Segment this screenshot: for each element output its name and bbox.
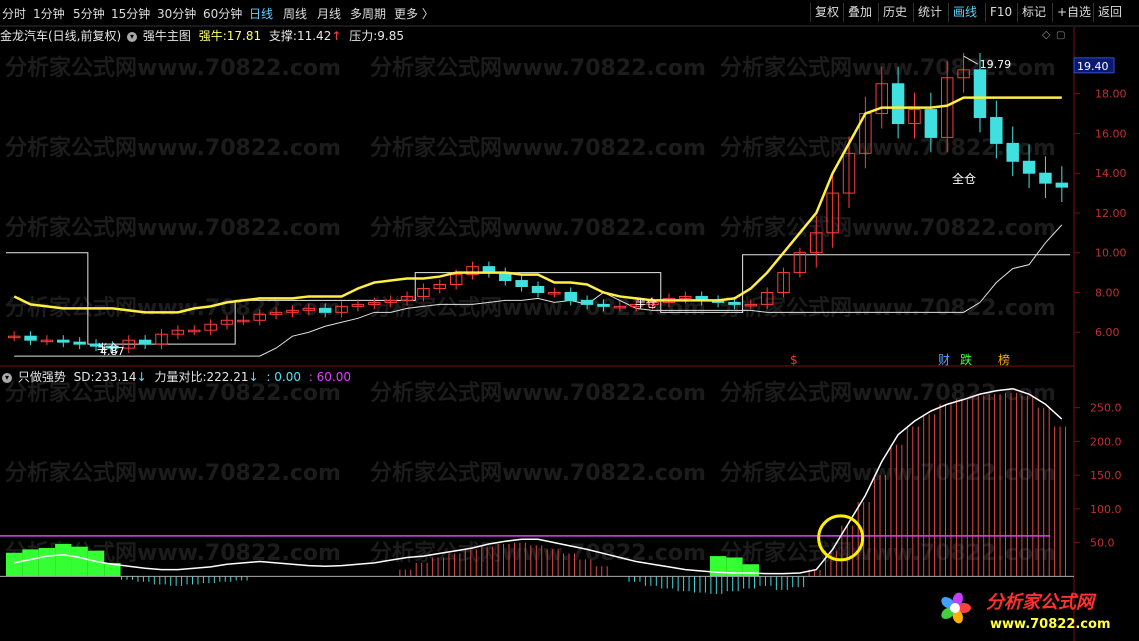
positive-block bbox=[71, 546, 88, 577]
candle-body bbox=[1006, 142, 1019, 162]
candle-body bbox=[728, 301, 741, 305]
sd-label: SD: bbox=[73, 370, 95, 384]
candle-body bbox=[1022, 160, 1036, 174]
indicator-info-bar: ▾ 只做强势 SD:233.14↓ 力量对比:222.21↓ : 0.00 : … bbox=[0, 368, 351, 385]
watermark-text: 分析家公式网www.70822.com bbox=[370, 540, 706, 566]
stock-title[interactable]: 金龙汽车(日线,前复权) bbox=[0, 29, 121, 43]
candle-body bbox=[580, 299, 594, 305]
candle-body bbox=[973, 69, 987, 119]
watermark-text: 分析家公式网www.70822.com bbox=[370, 135, 706, 161]
positive-block bbox=[742, 564, 759, 577]
main-info-bar: 金龙汽车(日线,前复权) ▾ 强牛主图 强牛:17.81 支撑:11.42↑ 压… bbox=[0, 27, 404, 44]
support-value: 11.42 bbox=[296, 29, 332, 43]
diamond-icon: ◇ bbox=[1042, 28, 1051, 41]
logo-center bbox=[950, 603, 960, 613]
candle-body bbox=[138, 339, 152, 345]
pressure-label: 压力: bbox=[349, 29, 378, 43]
fold-icon[interactable]: ▾ bbox=[127, 31, 138, 42]
ratio-label: 力量对比: bbox=[154, 370, 207, 384]
y-tick-label: 8.00 bbox=[1095, 286, 1120, 299]
candle-body bbox=[1055, 182, 1069, 188]
half-position-label: 半仓 bbox=[635, 296, 657, 310]
support-label: 支撑: bbox=[268, 29, 297, 43]
y-tick-label: 14.00 bbox=[1095, 167, 1127, 180]
watermark-text: 分析家公式网www.70822.com bbox=[5, 55, 341, 81]
positive-block bbox=[6, 552, 23, 577]
candle-body bbox=[515, 280, 528, 288]
watermark-text: 分析家公式网www.70822.com bbox=[5, 460, 341, 486]
event-finance-marker: 财 bbox=[938, 353, 950, 367]
positive-block bbox=[55, 543, 72, 577]
down-arrow-icon: ↓ bbox=[136, 370, 147, 384]
positive-block bbox=[87, 550, 105, 577]
candle-body bbox=[924, 109, 938, 138]
half-position-label: 半仓 bbox=[97, 341, 119, 355]
logo-title: 分析家公式网 bbox=[986, 592, 1097, 613]
watermark-text: 分析家公式网www.70822.com bbox=[5, 135, 341, 161]
y-tick-label: 6.00 bbox=[1095, 326, 1120, 339]
up-arrow-icon: ↑ bbox=[331, 29, 342, 43]
y-tick-label: 10.00 bbox=[1095, 247, 1127, 260]
watermark-text: 分析家公式网www.70822.com bbox=[370, 55, 706, 81]
y-tick-label: 250.0 bbox=[1090, 402, 1122, 415]
strong-bull-label: 强牛: bbox=[198, 29, 227, 43]
positive-block bbox=[709, 556, 727, 577]
watermark-logo bbox=[941, 592, 971, 624]
square-icon: ▢ bbox=[1056, 30, 1065, 41]
candle-body bbox=[24, 335, 37, 341]
chart-canvas[interactable]: 分析家公式网www.70822.com 分析家公式网www.70822.com 分析… bbox=[0, 0, 1139, 641]
logo-url: www.70822.com bbox=[990, 617, 1111, 632]
event-dollar-marker: $ bbox=[790, 353, 798, 367]
candle-body bbox=[990, 117, 1003, 144]
indicator-title[interactable]: 只做强势 bbox=[18, 370, 66, 384]
full-position-label: 全仓 bbox=[952, 171, 976, 186]
event-drop-marker: 跌 bbox=[960, 352, 972, 367]
candle-body bbox=[891, 83, 905, 124]
watermark-text: 分析家公式网www.70822.com bbox=[5, 215, 341, 241]
event-list-marker: 榜 bbox=[998, 352, 1010, 367]
strong-bull-line bbox=[13, 96, 1062, 314]
watermark-text: 分析家公式网www.70822.com bbox=[720, 295, 1056, 321]
y-tick-label: 18.00 bbox=[1095, 88, 1127, 101]
positive-block bbox=[22, 549, 39, 577]
y-tick-label: 100.0 bbox=[1090, 503, 1122, 516]
watermark-text: 分析家公式网www.70822.com bbox=[370, 215, 706, 241]
indicator-name[interactable]: 强牛主图 bbox=[143, 29, 191, 43]
watermark-text: 分析家公式网www.70822.com bbox=[720, 135, 1056, 161]
y-tick-label: 150.0 bbox=[1090, 469, 1122, 482]
candle-body bbox=[318, 307, 332, 313]
candle-body bbox=[57, 339, 70, 343]
fold-icon[interactable]: ▾ bbox=[2, 372, 12, 383]
candle-body bbox=[597, 303, 610, 307]
watermark-text: 分析家公式网www.70822.com bbox=[720, 215, 1056, 241]
positive-block bbox=[38, 548, 56, 577]
candle-body bbox=[531, 286, 545, 293]
value-sixty: : 60.00 bbox=[308, 370, 352, 384]
watermark-text: 分析家公式网www.70822.com bbox=[370, 380, 706, 406]
y-tick-label: 50.0 bbox=[1090, 537, 1115, 550]
candle-body bbox=[564, 291, 577, 301]
ratio-value: 222.21 bbox=[206, 370, 249, 384]
down-arrow-icon: ↓ bbox=[248, 370, 259, 384]
value-zero: : 0.00 bbox=[266, 370, 301, 384]
candle-body bbox=[73, 341, 86, 345]
strong-bull-value: 17.81 bbox=[226, 29, 262, 43]
y-tick-label: 12.00 bbox=[1095, 207, 1127, 220]
candle-body bbox=[1039, 172, 1052, 184]
y-tick-label: 200.0 bbox=[1090, 435, 1122, 448]
current-price-tag: 19.40 bbox=[1077, 60, 1109, 73]
high-label: 19.79 bbox=[980, 58, 1012, 71]
watermark-text: 分析家公式网www.70822.com bbox=[370, 460, 706, 486]
pressure-value: 9.85 bbox=[377, 29, 404, 43]
y-tick-label: 16.00 bbox=[1095, 127, 1127, 140]
sd-value: 233.14 bbox=[94, 370, 137, 384]
